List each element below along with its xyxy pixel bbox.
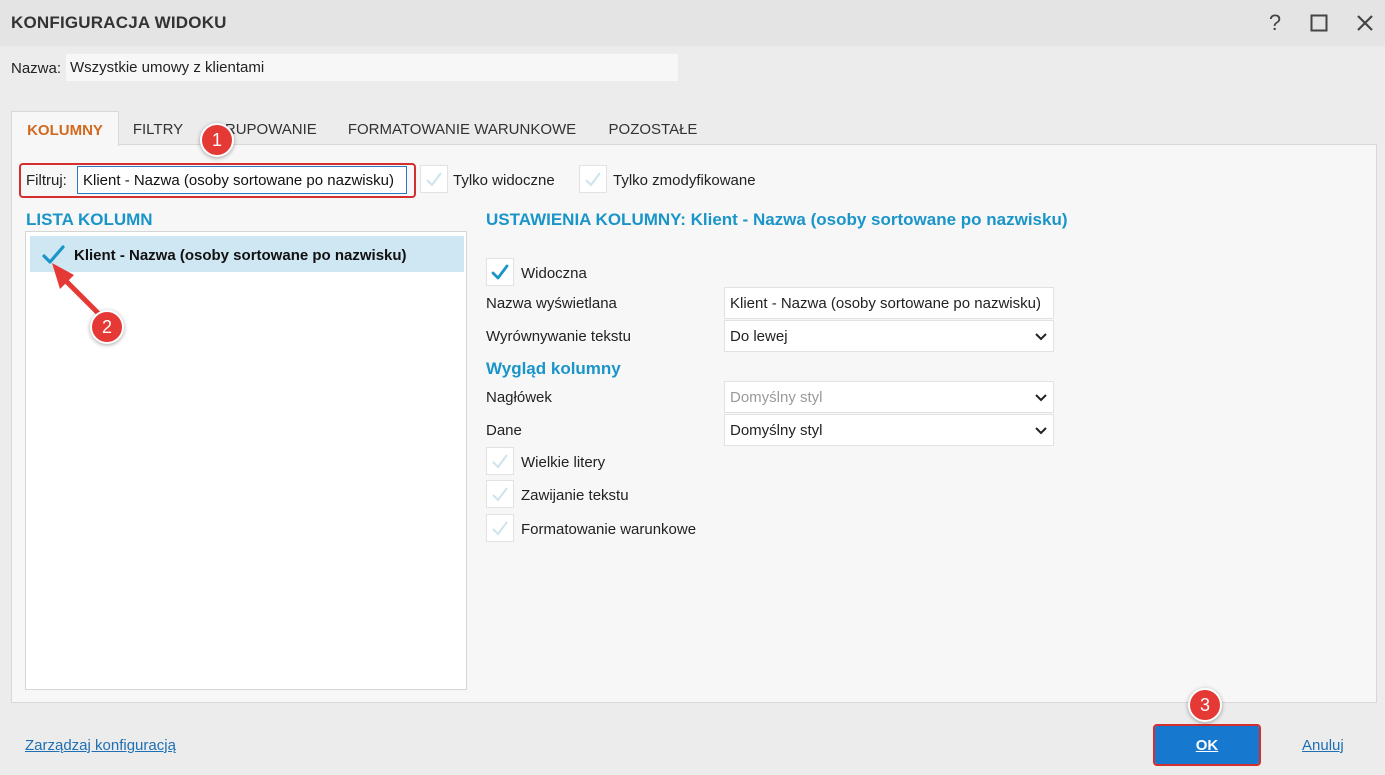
data-style-value: Domyślny styl	[730, 421, 823, 439]
alignment-label: Wyrównywanie tekstu	[486, 328, 631, 345]
chevron-down-icon	[1035, 394, 1047, 402]
name-input[interactable]	[66, 54, 678, 81]
tab-filters[interactable]: FILTRY	[122, 111, 194, 145]
tab-other[interactable]: POZOSTAŁE	[598, 111, 708, 145]
check-icon	[492, 487, 508, 502]
conditional-label: Formatowanie warunkowe	[521, 521, 697, 538]
manage-configuration-link[interactable]: Zarządzaj konfiguracją	[25, 737, 176, 754]
header-style-select[interactable]: Domyślny styl	[724, 381, 1054, 413]
annotation-badge-2: 2	[90, 310, 124, 344]
header-label: Nagłówek	[486, 389, 552, 406]
maximize-button[interactable]	[1304, 8, 1334, 38]
cancel-link[interactable]: Anuluj	[1302, 737, 1344, 754]
conditional-checkbox[interactable]	[486, 514, 514, 542]
only-modified-label: Tylko zmodyfikowane	[613, 172, 756, 189]
annotation-badge-1: 1	[200, 123, 234, 157]
maximize-icon	[1310, 14, 1328, 32]
check-icon	[426, 172, 442, 187]
appearance-heading: Wygląd kolumny	[486, 359, 621, 378]
visible-checkbox[interactable]	[486, 258, 514, 286]
wrap-label: Zawijanie tekstu	[521, 487, 629, 504]
only-visible-checkbox[interactable]	[420, 165, 448, 193]
only-modified-checkbox[interactable]	[579, 165, 607, 193]
data-label: Dane	[486, 422, 522, 439]
tab-columns[interactable]: KOLUMNY	[11, 111, 119, 146]
close-icon	[1357, 15, 1373, 31]
display-name-label: Nazwa wyświetlana	[486, 295, 617, 312]
uppercase-checkbox[interactable]	[486, 447, 514, 475]
wrap-checkbox[interactable]	[486, 480, 514, 508]
chevron-down-icon	[1035, 333, 1047, 341]
display-name-input[interactable]	[724, 287, 1054, 319]
list-item-label: Klient - Nazwa (osoby sortowane po nazwi…	[74, 247, 407, 264]
alignment-value: Do lewej	[730, 327, 788, 345]
check-icon	[585, 172, 601, 187]
column-list-heading: LISTA KOLUMN	[26, 210, 153, 229]
name-label: Nazwa:	[11, 60, 62, 77]
alignment-select[interactable]: Do lewej	[724, 320, 1054, 352]
ok-button[interactable]: OK	[1153, 724, 1261, 766]
uppercase-label: Wielkie litery	[521, 454, 606, 471]
chevron-down-icon	[1035, 427, 1047, 435]
header-style-value: Domyślny styl	[730, 388, 823, 406]
visible-label: Widoczna	[521, 265, 587, 282]
window-title: KONFIGURACJA WIDOKU	[11, 13, 227, 32]
settings-heading: USTAWIENIA KOLUMNY: Klient - Nazwa (osob…	[486, 210, 1068, 229]
only-visible-label: Tylko widoczne	[453, 172, 555, 189]
close-button[interactable]	[1350, 8, 1380, 38]
check-icon	[491, 264, 509, 280]
data-style-select[interactable]: Domyślny styl	[724, 414, 1054, 446]
filter-input[interactable]	[77, 166, 407, 194]
help-icon: ?	[1268, 10, 1282, 35]
annotation-badge-3: 3	[1188, 688, 1222, 722]
check-icon	[492, 521, 508, 536]
tab-conditional-formatting[interactable]: FORMATOWANIE WARUNKOWE	[340, 111, 584, 145]
check-icon	[492, 454, 508, 469]
help-button[interactable]: ?	[1260, 8, 1290, 38]
filter-label: Filtruj:	[26, 172, 67, 189]
